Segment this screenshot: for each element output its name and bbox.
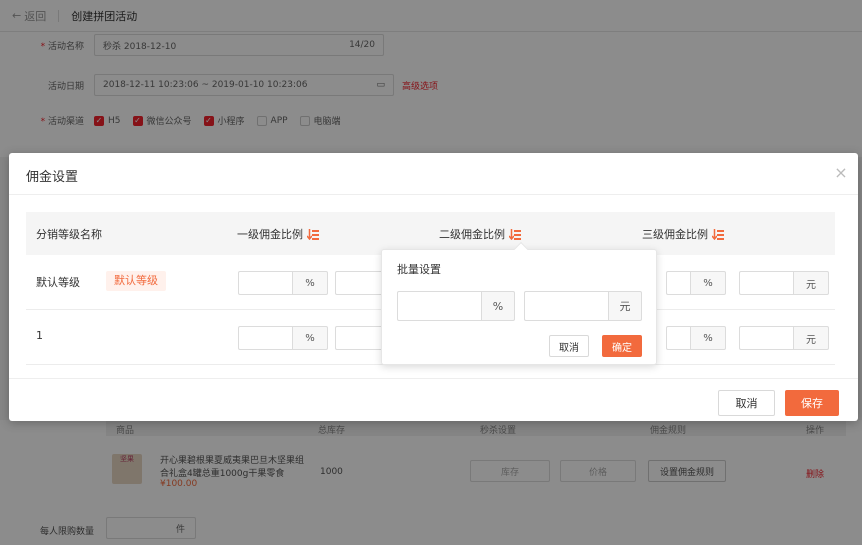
batch-settings-popover: 批量设置 % 元 取消 确定 <box>381 241 657 365</box>
level1-percent-input[interactable]: % <box>238 326 328 350</box>
save-button[interactable]: 保存 <box>785 390 839 416</box>
level-name: 默认等级 <box>36 276 80 289</box>
sort-icon[interactable] <box>307 228 320 240</box>
sort-icon[interactable] <box>509 228 522 240</box>
column-level-name: 分销等级名称 <box>36 228 102 241</box>
level3-percent-input[interactable]: % <box>666 271 726 295</box>
close-icon[interactable]: × <box>832 164 850 182</box>
sort-icon[interactable] <box>712 228 725 240</box>
popover-title: 批量设置 <box>397 263 441 276</box>
level-name: 1 <box>36 329 43 342</box>
batch-percent-input[interactable]: % <box>397 291 515 321</box>
level1-percent-input[interactable]: % <box>238 271 328 295</box>
batch-yuan-input[interactable]: 元 <box>524 291 642 321</box>
level3-yuan-input[interactable]: 元 <box>739 271 829 295</box>
column-level2-ratio: 二级佣金比例 <box>439 226 522 242</box>
modal-title: 佣金设置 <box>26 170 79 185</box>
column-level1-ratio: 一级佣金比例 <box>237 226 320 242</box>
modal-footer: 取消 保存 <box>9 378 858 421</box>
level3-percent-input[interactable]: % <box>666 326 726 350</box>
modal-header: 佣金设置 × <box>9 153 858 195</box>
level3-yuan-input[interactable]: 元 <box>739 326 829 350</box>
default-level-tag: 默认等级 <box>106 271 166 291</box>
popover-confirm-button[interactable]: 确定 <box>602 335 642 357</box>
cancel-button[interactable]: 取消 <box>718 390 775 416</box>
column-level3-ratio: 三级佣金比例 <box>642 226 725 242</box>
popover-cancel-button[interactable]: 取消 <box>549 335 589 357</box>
